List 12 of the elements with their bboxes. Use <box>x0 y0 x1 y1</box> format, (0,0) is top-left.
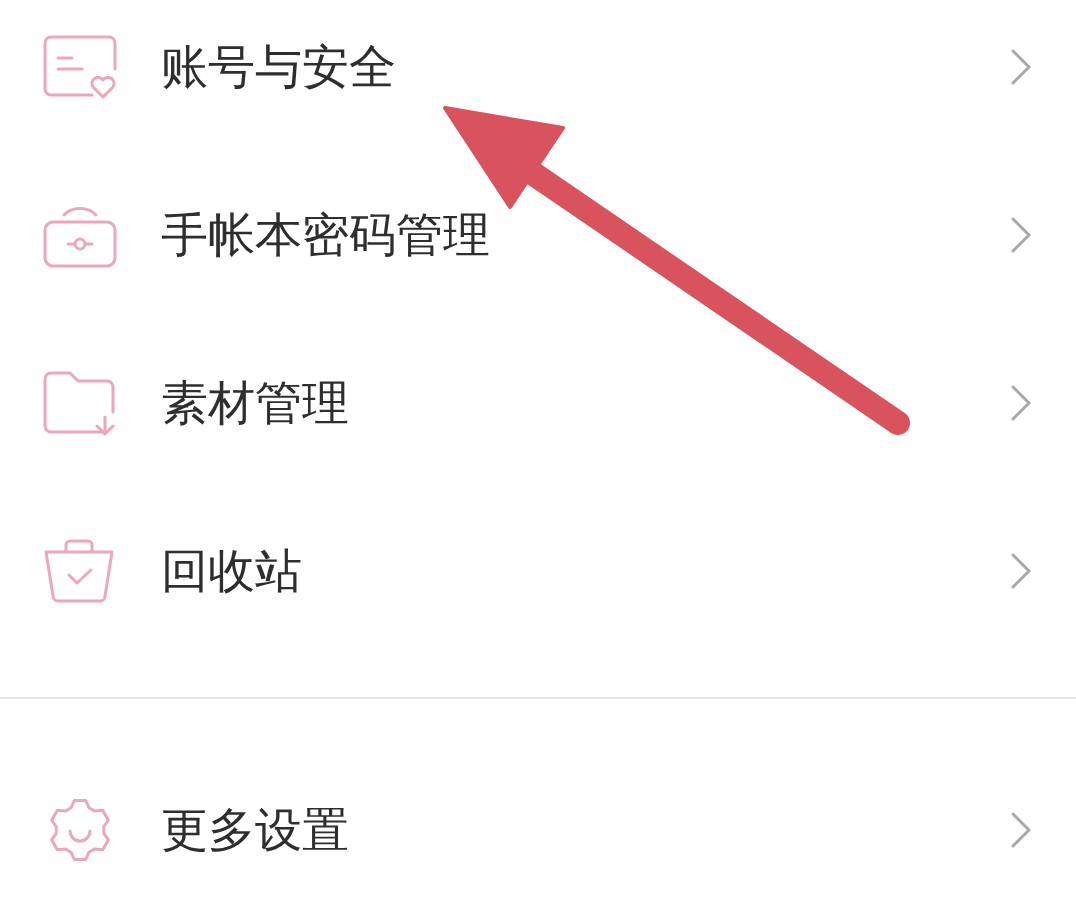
chevron-right-icon <box>1010 48 1032 86</box>
chevron-right-icon <box>1010 384 1032 422</box>
chevron-right-icon <box>1010 216 1032 254</box>
menu-item[interactable]: 素材管理 <box>0 336 1076 470</box>
menu-item[interactable]: 更多设置 <box>0 763 1076 897</box>
menu-item[interactable]: 手帐本密码管理 <box>0 168 1076 302</box>
chevron-right-icon <box>1010 811 1032 849</box>
folder-download-icon <box>42 370 118 436</box>
menu-item[interactable]: 账号与安全 <box>0 0 1076 134</box>
card-heart-icon <box>42 34 118 100</box>
menu-item[interactable]: 回收站 <box>0 504 1076 638</box>
chevron-right-icon <box>1010 552 1032 590</box>
